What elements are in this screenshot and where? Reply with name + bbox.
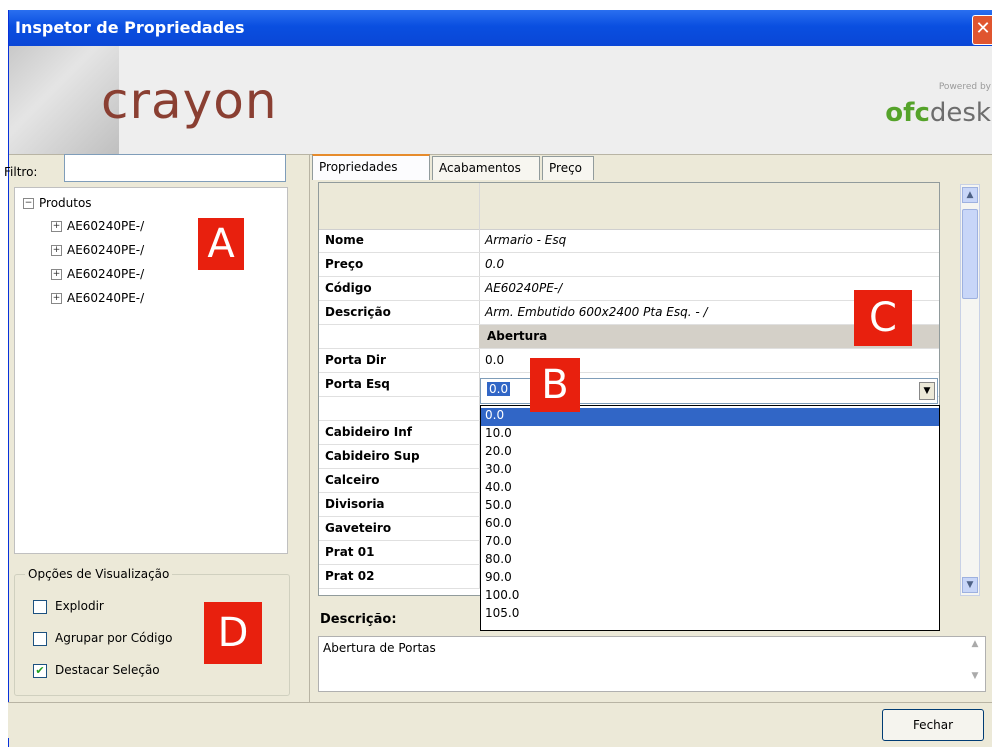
tab-preco[interactable]: Preço — [542, 156, 594, 180]
tree-item[interactable]: + AE60240PE-/ — [51, 243, 144, 257]
property-row-nome[interactable]: Nome Armario - Esq — [319, 229, 939, 253]
filter-label: Filtro: — [4, 165, 38, 179]
dropdown-option[interactable]: 40.0 — [481, 480, 939, 498]
property-row-preco[interactable]: Preço 0.0 — [319, 253, 939, 277]
dropdown-option[interactable]: 105.0 — [481, 606, 939, 624]
powered-by-label: Powered by — [938, 82, 991, 92]
porta-esq-value: 0.0 — [487, 382, 511, 396]
tab-acabamentos[interactable]: Acabamentos — [432, 156, 540, 180]
product-tree[interactable]: − Produtos + AE60240PE-/ + AE60240PE-/ + AE6… — [14, 187, 288, 554]
dropdown-option[interactable]: 70.0 — [481, 534, 939, 552]
explode-checkbox[interactable] — [33, 599, 47, 614]
description-label: Descrição: — [320, 612, 397, 627]
collapse-icon[interactable]: − — [23, 198, 34, 209]
description-text: Abertura de Portas — [323, 641, 436, 655]
filter-input[interactable] — [64, 154, 286, 182]
close-button[interactable]: Fechar — [882, 709, 984, 741]
explode-option[interactable]: Explodir — [33, 599, 104, 614]
window-title: Inspetor de Propriedades — [15, 18, 245, 37]
description-scrollbar[interactable]: ▲ ▼ — [967, 639, 983, 689]
scroll-down-icon[interactable]: ▼ — [967, 671, 983, 687]
dropdown-option[interactable]: 10.0 — [481, 426, 939, 444]
dropdown-option[interactable]: 80.0 — [481, 552, 939, 570]
marker-b: B — [530, 358, 580, 412]
dropdown-option[interactable]: 50.0 — [481, 498, 939, 516]
view-options-title: Opções de Visualização — [25, 567, 173, 581]
scroll-up-icon[interactable]: ▲ — [967, 639, 983, 655]
grid-scrollbar[interactable]: ▲ ▼ — [960, 184, 980, 596]
dropdown-option[interactable]: 20.0 — [481, 444, 939, 462]
brand-banner: crayon Powered by ofcdesk — [9, 46, 992, 155]
property-row-codigo[interactable]: Código AE60240PE-/ — [319, 277, 939, 301]
dropdown-option[interactable]: 90.0 — [481, 570, 939, 588]
grid-header — [319, 183, 939, 230]
tree-item[interactable]: + AE60240PE-/ — [51, 291, 144, 305]
porta-esq-dropdown[interactable]: 0.0 10.0 20.0 30.0 40.0 50.0 60.0 70.0 8… — [480, 405, 940, 631]
scroll-thumb[interactable] — [962, 209, 978, 299]
tab-propriedades[interactable]: Propriedades — [312, 154, 430, 180]
section-row-abertura[interactable]: Abertura — [319, 325, 939, 349]
expand-icon[interactable]: + — [51, 293, 62, 304]
ofcdesk-logo: ofcdesk — [885, 98, 991, 128]
close-icon[interactable]: ✕ — [972, 15, 992, 45]
tree-item[interactable]: + AE60240PE-/ — [51, 267, 144, 281]
group-by-code-option[interactable]: Agrupar por Código — [33, 631, 172, 646]
scroll-down-icon[interactable]: ▼ — [962, 577, 978, 593]
section-label: Abertura — [487, 329, 548, 343]
expand-icon[interactable]: + — [51, 245, 62, 256]
chevron-down-icon[interactable]: ▼ — [919, 382, 935, 400]
expand-icon[interactable]: + — [51, 269, 62, 280]
tree-root-produtos[interactable]: − Produtos — [23, 196, 92, 210]
highlight-selection-option[interactable]: ✔ Destacar Seleção — [33, 663, 160, 678]
marker-a: A — [198, 218, 244, 270]
expand-icon[interactable]: + — [51, 221, 62, 232]
dropdown-option[interactable]: 100.0 — [481, 588, 939, 606]
description-box[interactable]: Abertura de Portas ▲ ▼ — [318, 636, 986, 692]
dropdown-option[interactable]: 60.0 — [481, 516, 939, 534]
property-row-descricao[interactable]: Descrição Arm. Embutido 600x2400 Pta Esq.… — [319, 301, 939, 325]
group-by-code-checkbox[interactable] — [33, 631, 47, 646]
scroll-up-icon[interactable]: ▲ — [962, 187, 978, 203]
bottom-bar — [8, 702, 992, 738]
marker-c: C — [854, 290, 912, 346]
dropdown-option[interactable]: 30.0 — [481, 462, 939, 480]
property-row-porta-dir[interactable]: Porta Dir 0.0 — [319, 349, 939, 373]
marker-d: D — [204, 602, 262, 664]
crayon-logo: crayon — [101, 72, 278, 130]
highlight-selection-checkbox[interactable]: ✔ — [33, 663, 47, 678]
title-bar[interactable]: Inspetor de Propriedades ✕ — [9, 10, 992, 46]
tree-item[interactable]: + AE60240PE-/ — [51, 219, 144, 233]
